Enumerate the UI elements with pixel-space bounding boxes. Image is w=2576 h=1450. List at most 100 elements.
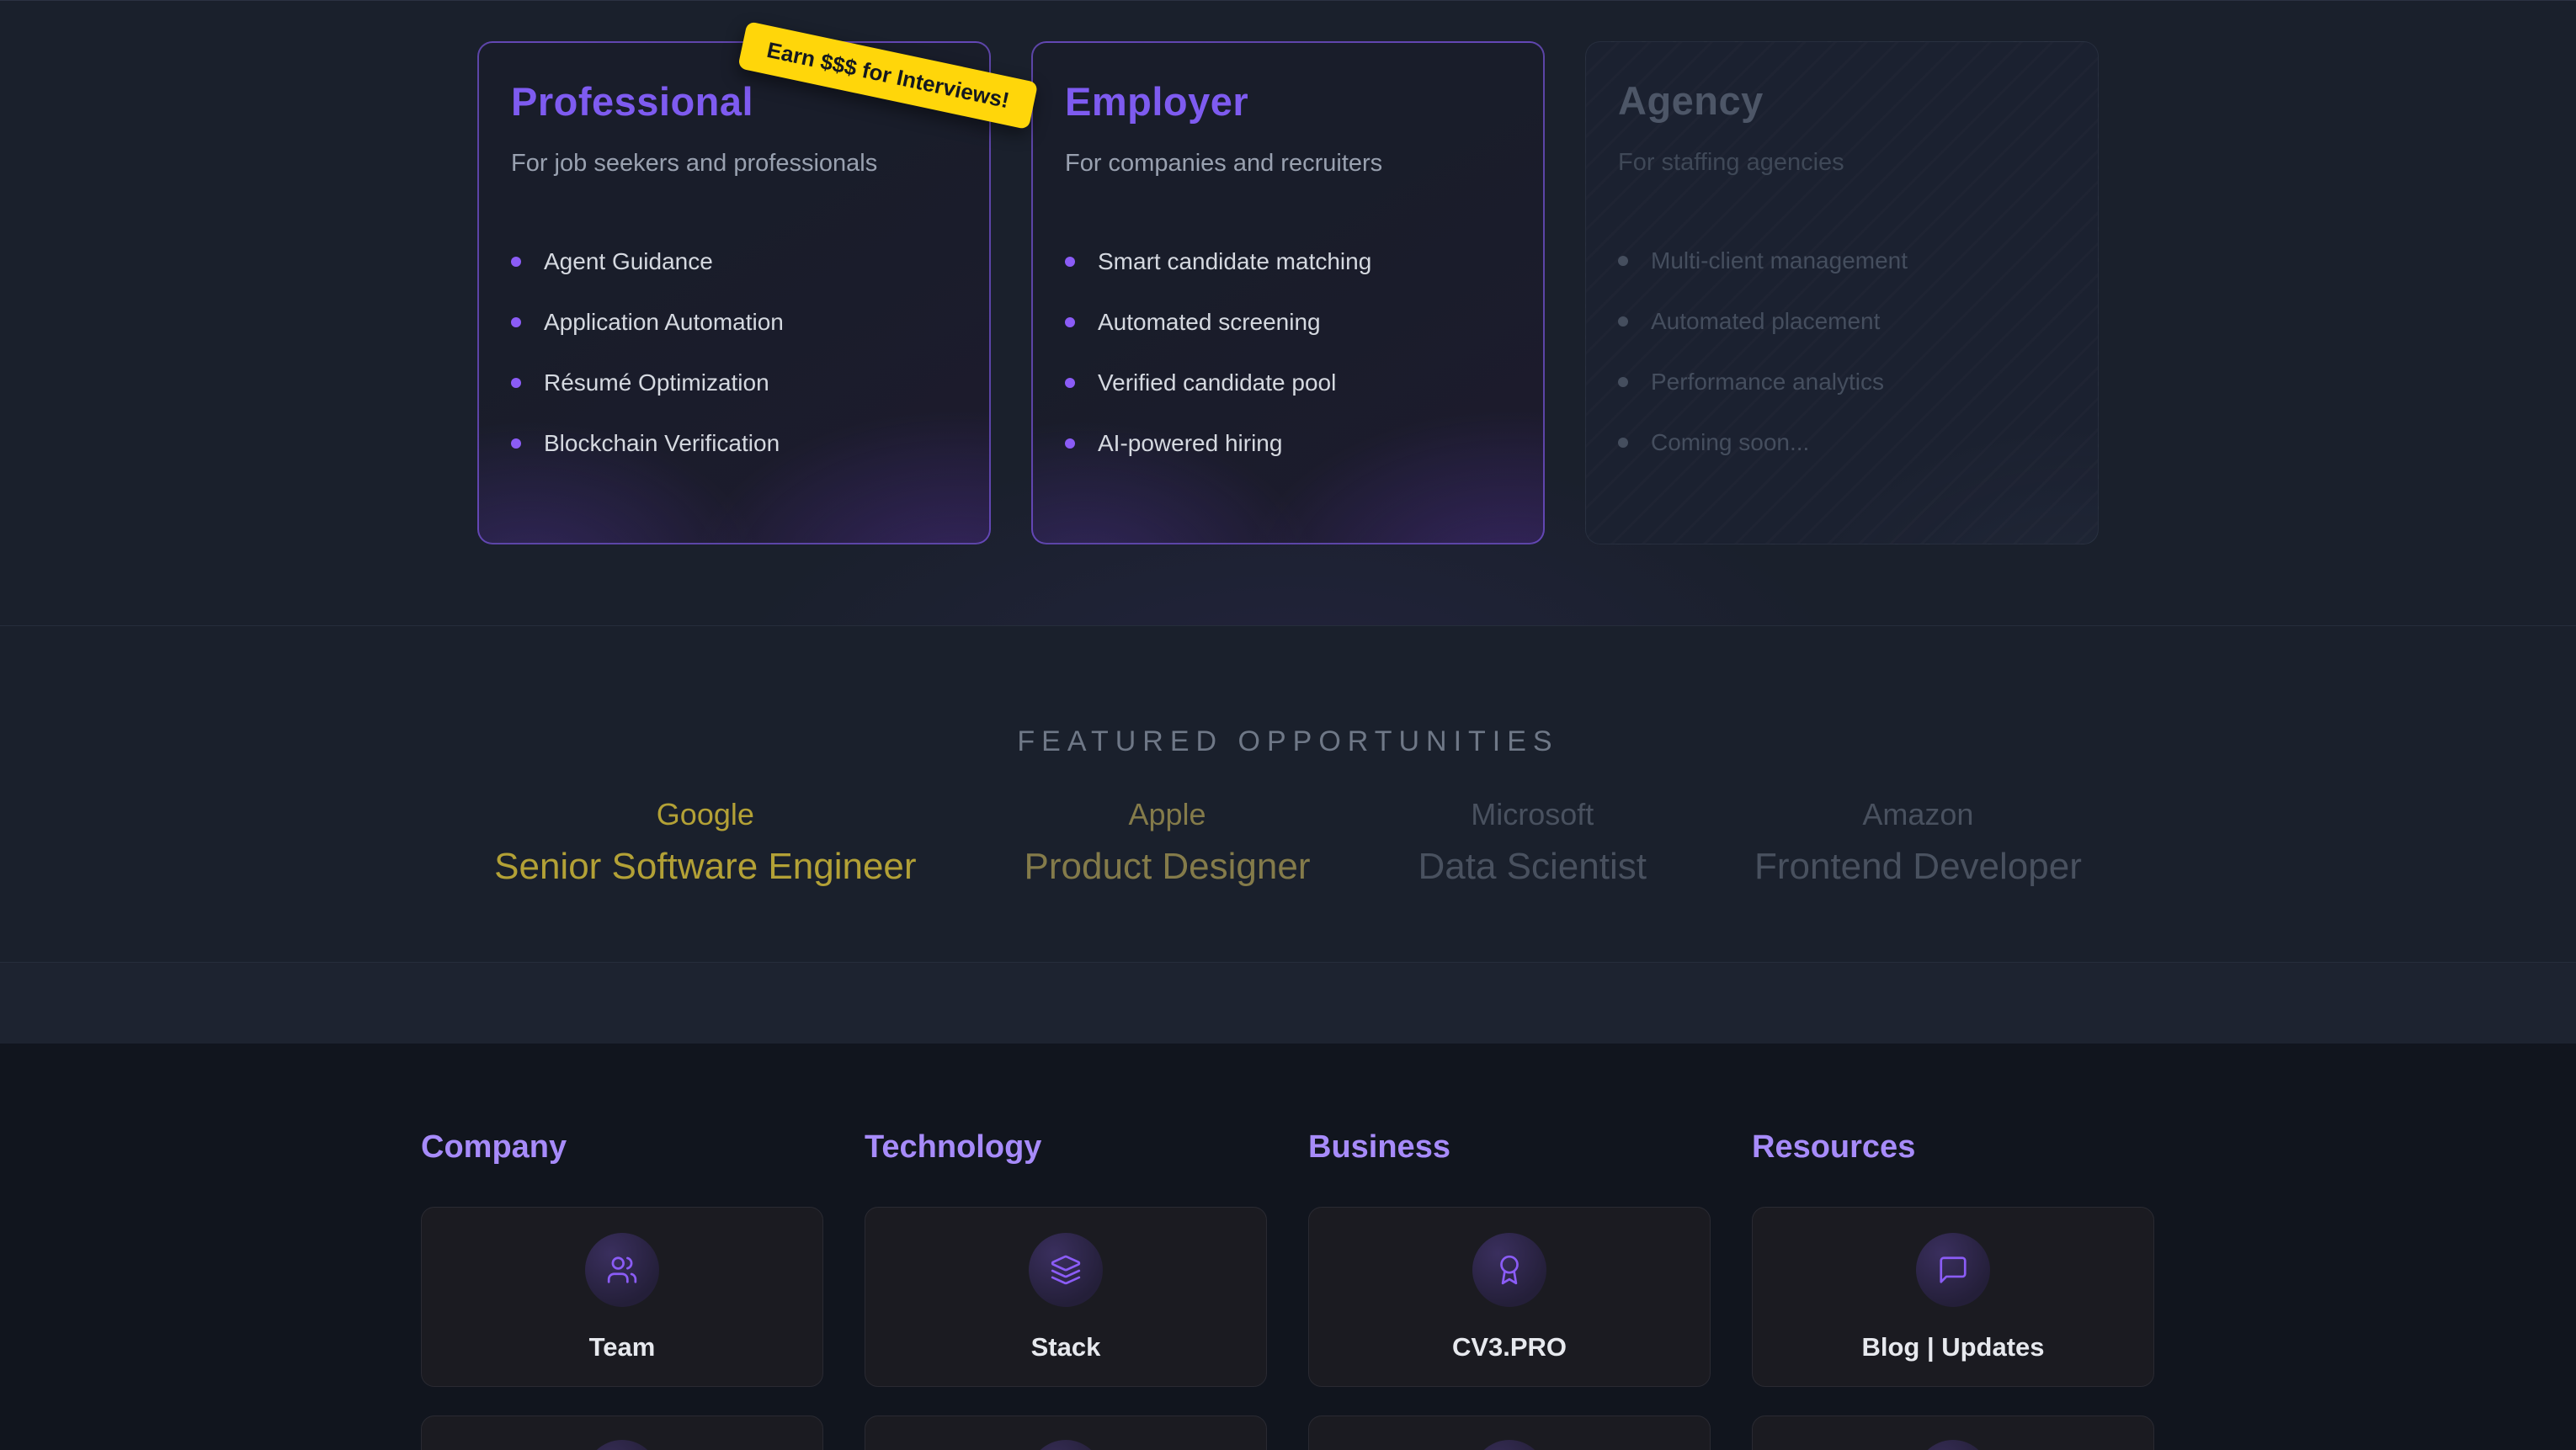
plan-feature: Automated placement	[1618, 291, 2066, 352]
bullet-dot-icon	[1065, 378, 1075, 388]
footer-columns: Company Team Technology Stack	[421, 1128, 2155, 1450]
bullet-dot-icon	[511, 257, 521, 267]
bullet-dot-icon	[1618, 316, 1628, 327]
featured-job-microsoft: Microsoft Data Scientist	[1418, 797, 1647, 888]
plan-feature-list: Smart candidate matching Automated scree…	[1065, 231, 1511, 474]
bullet-dot-icon	[1065, 438, 1075, 449]
plan-feature-label: Performance analytics	[1651, 369, 1884, 396]
plan-card-agency: Agency For staffing agencies Multi-clien…	[1585, 41, 2099, 544]
layers-icon	[1050, 1254, 1082, 1286]
footer: Company Team Technology Stack	[0, 1044, 2576, 1450]
footer-tile-partial[interactable]	[1308, 1415, 1711, 1450]
bullet-dot-icon	[1065, 317, 1075, 327]
plan-feature: Smart candidate matching	[1065, 231, 1511, 292]
footer-column-resources: Resources Blog | Updates	[1752, 1128, 2154, 1450]
job-company: Apple	[1025, 797, 1311, 832]
footer-column-heading: Technology	[865, 1128, 1267, 1166]
chat-bubble-icon	[1937, 1254, 1969, 1286]
bullet-dot-icon	[511, 438, 521, 449]
page: Professional For job seekers and profess…	[0, 0, 2576, 1450]
plan-feature: Multi-client management	[1618, 231, 2066, 291]
job-title: Frontend Developer	[1754, 846, 2082, 888]
icon-circle	[585, 1233, 659, 1307]
plan-subtitle: For staffing agencies	[1618, 149, 2066, 177]
featured-heading: FEATURED OPPORTUNITIES	[0, 725, 2576, 758]
footer-tile-blog-updates[interactable]: Blog | Updates	[1752, 1207, 2154, 1387]
plan-feature: Blockchain Verification	[511, 413, 957, 474]
plan-feature: Agent Guidance	[511, 231, 957, 292]
footer-tile-partial[interactable]	[421, 1415, 823, 1450]
job-title: Product Designer	[1025, 846, 1311, 888]
plan-feature-label: Coming soon...	[1651, 429, 1809, 456]
featured-opportunities-section: FEATURED OPPORTUNITIES Google Senior Sof…	[0, 626, 2576, 963]
icon-circle	[1029, 1233, 1103, 1307]
plan-feature-list: Agent Guidance Application Automation Ré…	[511, 231, 957, 474]
footer-tile-team[interactable]: Team	[421, 1207, 823, 1387]
footer-column-business: Business CV3.PRO	[1308, 1128, 1711, 1450]
footer-tile-partial[interactable]	[865, 1415, 1267, 1450]
plan-subtitle: For companies and recruiters	[1065, 150, 1511, 178]
plan-feature-label: Smart candidate matching	[1098, 248, 1371, 275]
featured-job-google: Google Senior Software Engineer	[494, 797, 916, 888]
plan-feature-list: Multi-client management Automated placem…	[1618, 231, 2066, 473]
bullet-dot-icon	[511, 378, 521, 388]
plans-row: Professional For job seekers and profess…	[0, 1, 2576, 544]
plan-feature: Coming soon...	[1618, 412, 2066, 473]
plan-feature-label: Blockchain Verification	[544, 430, 780, 457]
footer-tile-label: Team	[589, 1332, 656, 1362]
plan-feature: Application Automation	[511, 292, 957, 353]
plan-feature: Performance analytics	[1618, 352, 2066, 412]
footer-column-heading: Company	[421, 1128, 823, 1166]
plan-feature: AI-powered hiring	[1065, 413, 1511, 474]
plan-feature: Automated screening	[1065, 292, 1511, 353]
plan-feature-label: Résumé Optimization	[544, 369, 769, 396]
plan-feature-label: Automated screening	[1098, 309, 1321, 336]
job-company: Amazon	[1754, 797, 2082, 832]
footer-column-heading: Business	[1308, 1128, 1711, 1166]
plan-feature-label: Automated placement	[1651, 308, 1880, 335]
award-icon	[1493, 1254, 1525, 1286]
plan-card-professional[interactable]: Professional For job seekers and profess…	[477, 41, 991, 544]
footer-column-technology: Technology Stack	[865, 1128, 1267, 1450]
plans-section: Professional For job seekers and profess…	[0, 0, 2576, 626]
plan-feature-label: AI-powered hiring	[1098, 430, 1282, 457]
featured-job-amazon: Amazon Frontend Developer	[1754, 797, 2082, 888]
footer-tile-label: CV3.PRO	[1452, 1332, 1567, 1362]
footer-column-heading: Resources	[1752, 1128, 2154, 1166]
bullet-dot-icon	[1618, 438, 1628, 448]
bullet-dot-icon	[1618, 377, 1628, 387]
footer-tile-label: Blog | Updates	[1861, 1332, 2044, 1362]
plan-feature-label: Multi-client management	[1651, 247, 1908, 274]
plan-card-employer[interactable]: Employer For companies and recruiters Sm…	[1031, 41, 1545, 544]
plan-feature-label: Application Automation	[544, 309, 784, 336]
icon-circle	[1472, 1233, 1546, 1307]
featured-jobs-row: Google Senior Software Engineer Apple Pr…	[0, 797, 2576, 888]
footer-tile-stack[interactable]: Stack	[865, 1207, 1267, 1387]
icon-circle	[585, 1440, 659, 1450]
job-title: Senior Software Engineer	[494, 846, 916, 888]
icon-circle	[1472, 1440, 1546, 1450]
icon-circle	[1916, 1233, 1990, 1307]
icon-circle	[1916, 1440, 1990, 1450]
section-spacer-band	[0, 963, 2576, 1044]
plan-subtitle: For job seekers and professionals	[511, 150, 957, 178]
featured-job-apple: Apple Product Designer	[1025, 797, 1311, 888]
job-company: Microsoft	[1418, 797, 1647, 832]
plan-feature-label: Agent Guidance	[544, 248, 713, 275]
footer-tile-cv3pro[interactable]: CV3.PRO	[1308, 1207, 1711, 1387]
plan-feature: Résumé Optimization	[511, 353, 957, 413]
plan-title: Agency	[1618, 77, 2066, 124]
footer-tile-partial[interactable]	[1752, 1415, 2154, 1450]
plan-feature-label: Verified candidate pool	[1098, 369, 1336, 396]
job-title: Data Scientist	[1418, 846, 1647, 888]
plan-feature: Verified candidate pool	[1065, 353, 1511, 413]
footer-column-company: Company Team	[421, 1128, 823, 1450]
footer-tile-label: Stack	[1031, 1332, 1101, 1362]
icon-circle	[1029, 1440, 1103, 1450]
bullet-dot-icon	[1618, 256, 1628, 266]
users-icon	[606, 1254, 638, 1286]
plan-title: Employer	[1065, 78, 1511, 125]
bullet-dot-icon	[511, 317, 521, 327]
job-company: Google	[494, 797, 916, 832]
bullet-dot-icon	[1065, 257, 1075, 267]
